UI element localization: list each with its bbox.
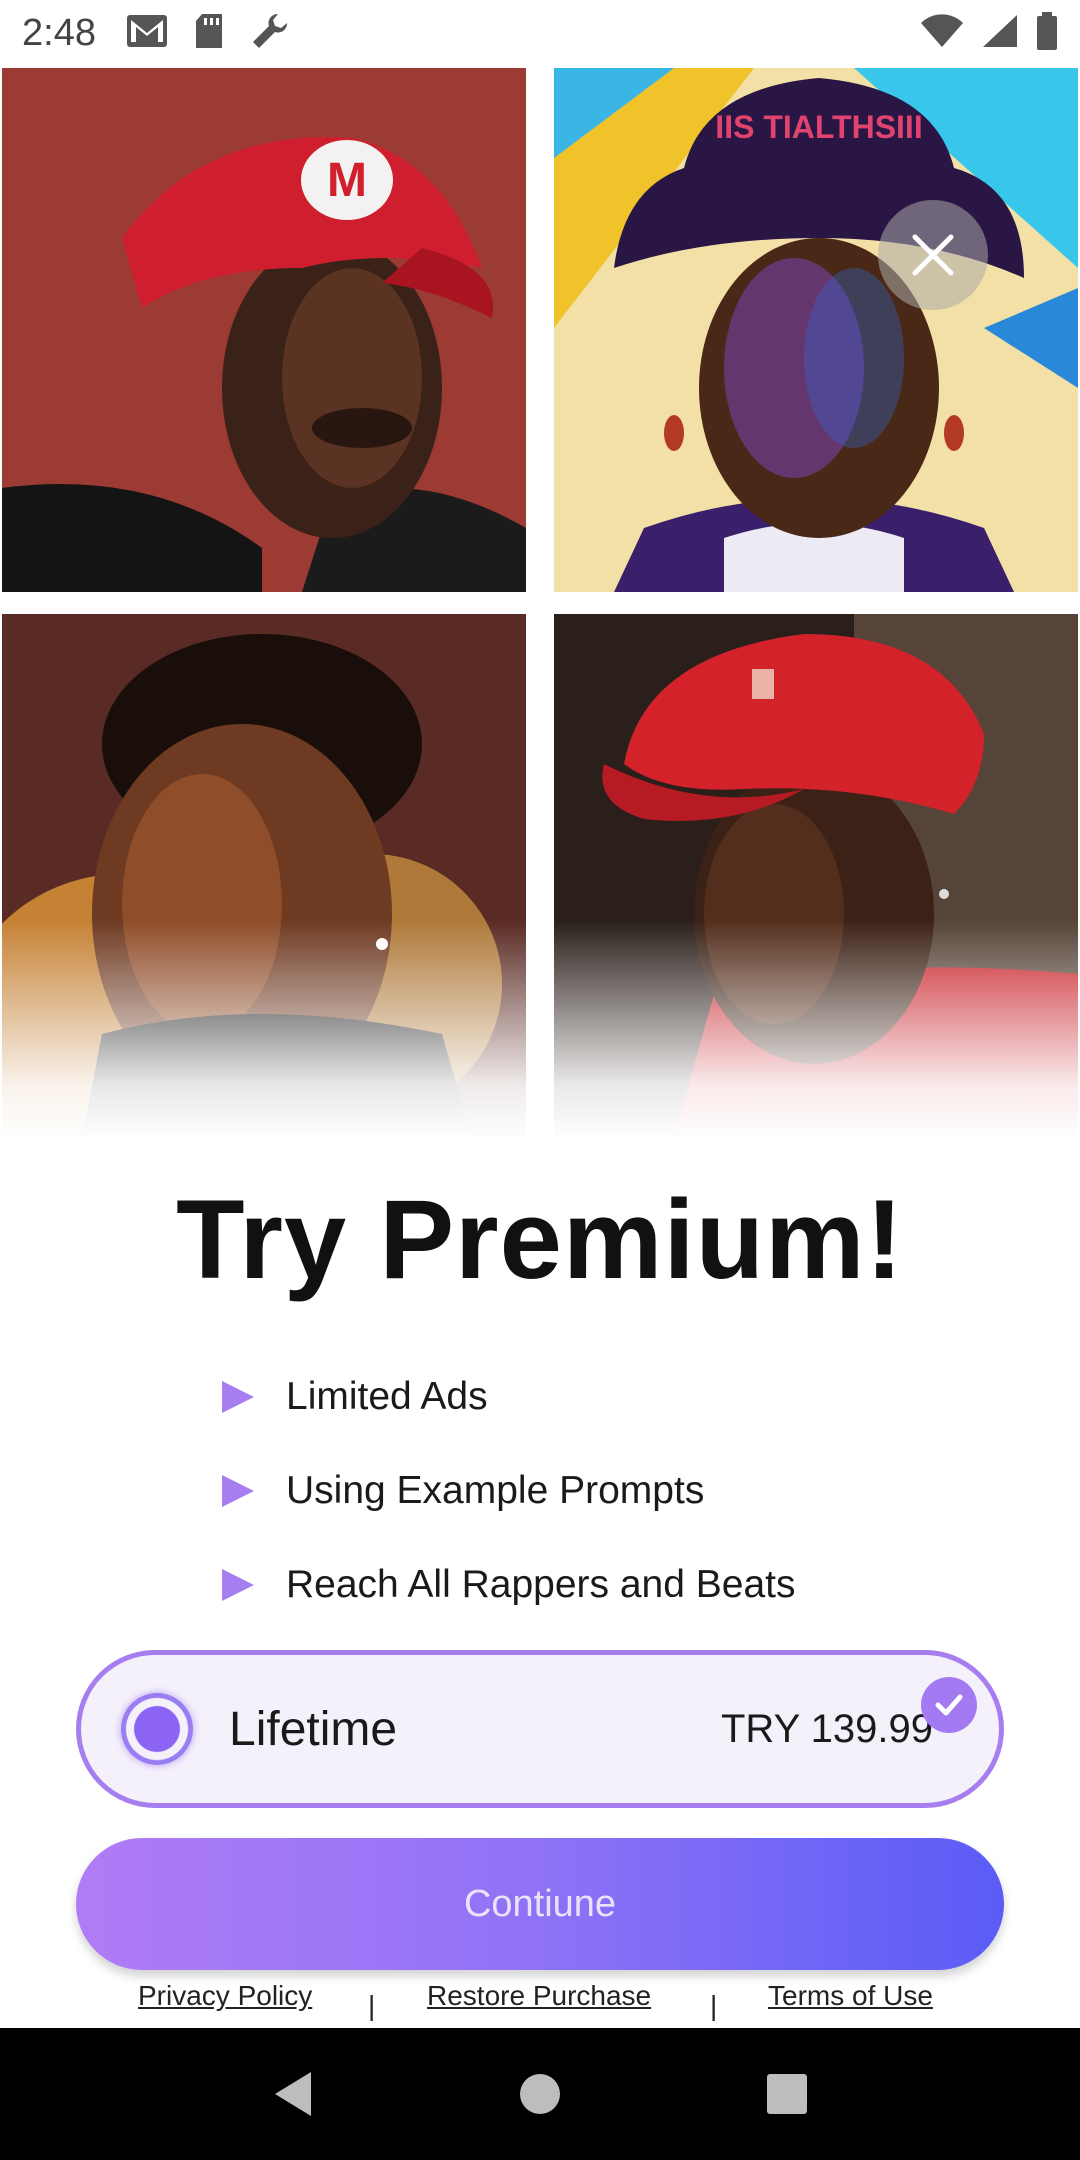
screen: 2:48 M IIS TIALTHSIII Try Premium! Limit… xyxy=(0,0,1080,2160)
plan-price: TRY 139.99 xyxy=(720,1706,933,1751)
play-icon xyxy=(222,1475,254,1507)
back-icon xyxy=(275,2072,312,2116)
feature-text: Using Example Prompts xyxy=(286,1469,705,1512)
continue-button[interactable]: Contiune xyxy=(76,1838,1004,1970)
play-icon xyxy=(222,1381,254,1413)
plan-option-lifetime[interactable]: Lifetime TRY 139.99 xyxy=(76,1650,1004,1808)
gallery-image: IIS TIALTHSIII xyxy=(554,68,1078,592)
play-icon xyxy=(222,1569,254,1601)
wrench-icon xyxy=(250,11,290,56)
close-icon xyxy=(912,234,954,276)
wifi-icon xyxy=(920,13,964,53)
gallery-fade xyxy=(0,920,1080,1140)
list-item: Using Example Prompts xyxy=(220,1444,1020,1538)
privacy-policy-link[interactable]: Privacy Policy xyxy=(138,1980,312,2012)
recents-icon xyxy=(766,2074,807,2114)
svg-text:IIS TIALTHSIII: IIS TIALTHSIII xyxy=(715,109,922,145)
feature-text: Reach All Rappers and Beats xyxy=(286,1563,796,1606)
feature-text: Limited Ads xyxy=(286,1375,488,1418)
home-icon xyxy=(519,2074,560,2114)
sd-card-icon xyxy=(194,13,224,54)
selected-check-icon xyxy=(921,1677,977,1733)
gmail-icon xyxy=(126,14,168,53)
close-button[interactable] xyxy=(878,200,988,310)
feature-list: Limited Ads Using Example Prompts Reach … xyxy=(220,1350,1020,1632)
home-button[interactable] xyxy=(510,2064,570,2124)
svg-text:M: M xyxy=(327,154,367,207)
page-title: Try Premium! xyxy=(176,1177,904,1302)
recents-button[interactable] xyxy=(757,2064,817,2124)
link-separator: | xyxy=(368,1990,376,2021)
battery-icon xyxy=(1036,11,1058,55)
terms-of-use-link[interactable]: Terms of Use xyxy=(768,1980,933,2012)
status-time: 2:48 xyxy=(22,11,96,54)
list-item: Reach All Rappers and Beats xyxy=(220,1538,1020,1632)
footer-links: Privacy Policy | Restore Purchase | Term… xyxy=(0,1980,1080,2024)
signal-icon xyxy=(982,14,1018,53)
back-button[interactable] xyxy=(263,2064,323,2124)
navigation-bar xyxy=(0,2028,1080,2160)
list-item: Limited Ads xyxy=(220,1350,1020,1444)
gallery-image: M xyxy=(2,68,526,592)
link-separator: | xyxy=(710,1990,718,2021)
restore-purchase-link[interactable]: Restore Purchase xyxy=(427,1980,651,2012)
plan-radio[interactable] xyxy=(121,1693,193,1765)
status-bar: 2:48 xyxy=(0,0,1080,66)
plan-name: Lifetime xyxy=(229,1702,398,1756)
